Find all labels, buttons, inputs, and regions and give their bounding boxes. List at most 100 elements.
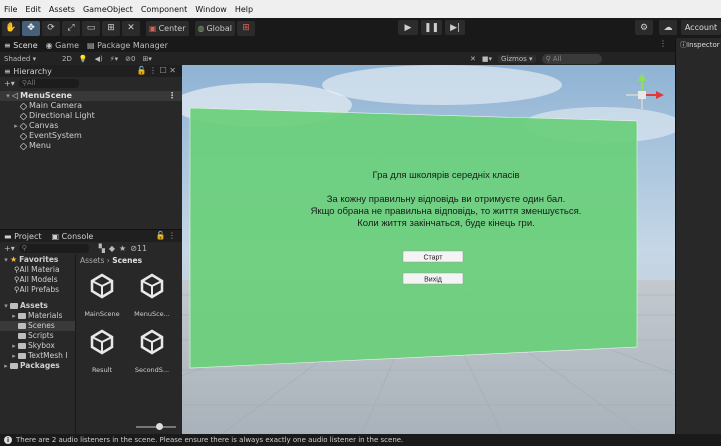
game-title: Гра для школярів середніх класів (372, 170, 519, 181)
folder-skybox[interactable]: ▸ Skybox (0, 341, 75, 351)
favorite-item[interactable]: ⚲ All Materia (0, 265, 75, 275)
pivot-toggle[interactable]: ▣ Center (146, 20, 189, 36)
hierarchy-item-main-camera[interactable]: Main Camera (0, 101, 182, 111)
project-search-input[interactable]: ⚲ (18, 243, 89, 253)
global-icon: ◍ (197, 23, 205, 33)
hierarchy-item-menu[interactable]: Menu (0, 141, 182, 151)
transform-tool-icon[interactable]: ⊞ (102, 20, 120, 36)
menu-component[interactable]: Component (141, 5, 187, 14)
favorites-row[interactable]: ▾ ★ Favorites (0, 255, 75, 265)
space-toggle[interactable]: ◍ Global (194, 20, 236, 36)
rotate-tool-icon[interactable]: ⟳ (42, 20, 60, 36)
project-lock-icon[interactable]: 🔓 ⋮ (155, 231, 176, 240)
expand-arrow-icon[interactable]: ▾ (2, 255, 10, 265)
packages-row[interactable]: ▸ Packages (0, 361, 75, 371)
folder-label: Scenes (28, 321, 55, 330)
step-icon[interactable]: ▶| (445, 20, 466, 35)
hierarchy-item-canvas[interactable]: ▸ Canvas (0, 121, 182, 131)
hidden-packages-icon[interactable]: ⊘11 (130, 244, 147, 253)
scene-kebab-icon[interactable]: ⋮ (168, 91, 176, 101)
scene-asset[interactable]: MainScene (78, 272, 126, 318)
effects-icon[interactable]: ⚡▾ (110, 55, 118, 63)
expand-arrow-icon[interactable]: ▾ (4, 91, 12, 101)
grid-icon[interactable]: ⊞▾ (142, 55, 151, 63)
kebab-menu-icon[interactable]: ⋮ (659, 39, 667, 48)
collapse-arrow-icon[interactable]: ▸ (10, 311, 18, 321)
add-object-icon[interactable]: +▾ (4, 79, 15, 88)
hidden-objects-icon[interactable]: ⊘0 (125, 55, 135, 63)
favorite-item[interactable]: ⚲ All Models (0, 275, 75, 285)
account-button[interactable]: Account (681, 20, 721, 35)
menu-gameobject[interactable]: GameObject (83, 5, 133, 14)
menu-file[interactable]: File (4, 5, 17, 14)
exit-button[interactable]: Вихід (402, 272, 464, 285)
menu-help[interactable]: Help (235, 5, 253, 14)
scene-asset[interactable]: MenuSce... (128, 272, 176, 318)
filter-label-icon[interactable]: ◆ (109, 244, 115, 253)
camera-icon[interactable]: ■▾ (482, 55, 492, 63)
info-icon: ⓘ (680, 41, 687, 49)
menu-edit[interactable]: Edit (25, 5, 41, 14)
star-icon: ★ (10, 255, 18, 264)
audio-icon[interactable]: ◀) (95, 55, 103, 63)
collapse-arrow-icon[interactable]: ▸ (10, 351, 18, 361)
scene-viewport[interactable]: Гра для школярів середніх класів За кожн… (182, 65, 675, 434)
lock-icon[interactable]: 🔓 ⋮ ☐ ✕ (137, 66, 176, 75)
rect-tool-icon[interactable]: ▭ (82, 20, 100, 36)
canvas-panel[interactable] (190, 108, 637, 368)
favorite-item[interactable]: ⚲ All Prefabs (0, 285, 75, 295)
folder-materials[interactable]: ▸ Materials (0, 311, 75, 321)
gizmos-dropdown[interactable]: Gizmos ▾ (498, 54, 536, 63)
create-asset-icon[interactable]: +▾ (4, 244, 15, 253)
hierarchy-tab[interactable]: ≡ Hierarchy (4, 67, 52, 76)
folder-scripts[interactable]: Scripts (0, 331, 75, 341)
folder-scenes[interactable]: Scenes (0, 321, 75, 331)
console-icon: ▣ (51, 231, 60, 241)
slider-knob[interactable] (156, 423, 163, 430)
tab-package-manager[interactable]: ▤ Package Manager (87, 41, 168, 50)
tab-scene[interactable]: ≡ Scene (4, 41, 38, 50)
settings-gear-icon[interactable]: ⚙ (635, 20, 653, 35)
breadcrumb-current[interactable]: Scenes (112, 256, 142, 265)
tab-inspector[interactable]: ⓘ Inspector (676, 38, 721, 52)
scene-root-row[interactable]: ▾ ◁ MenuScene ⋮ (0, 91, 182, 101)
hierarchy-search-input[interactable]: ⚲ All (18, 78, 79, 88)
scale-tool-icon[interactable]: ⤢ (62, 20, 80, 36)
menu-window[interactable]: Window (195, 5, 227, 14)
menu-assets[interactable]: Assets (49, 5, 75, 14)
scene-search-input[interactable]: ⚲ All (541, 53, 602, 64)
collapse-arrow-icon[interactable]: ▸ (10, 341, 18, 351)
scene-view[interactable]: Гра для школярів середніх класів За кожн… (182, 65, 675, 434)
folder-textmesh[interactable]: ▸ TextMesh I (0, 351, 75, 361)
hand-tool-icon[interactable]: ✋ (2, 20, 20, 36)
expand-arrow-icon[interactable]: ▾ (2, 301, 10, 311)
move-tool-icon[interactable]: ✥ (22, 20, 40, 36)
tools-icon[interactable]: ✕ (470, 55, 476, 63)
hierarchy-item-eventsystem[interactable]: EventSystem (0, 131, 182, 141)
mode-2d-toggle[interactable]: 2D (62, 55, 72, 63)
tab-project[interactable]: ▬ Project (4, 232, 41, 241)
hidden-count: 11 (136, 243, 148, 253)
scene-asset[interactable]: SecondS... (128, 328, 176, 374)
status-bar[interactable]: i There are 2 audio listeners in the sce… (0, 434, 721, 446)
custom-tool-icon[interactable]: ✕ (122, 20, 140, 36)
hierarchy-item-directional-light[interactable]: Directional Light (0, 111, 182, 121)
lighting-icon[interactable]: 💡 (79, 55, 88, 63)
start-button[interactable]: Старт (402, 250, 464, 263)
tab-console[interactable]: ▣ Console (51, 232, 93, 241)
scene-asset[interactable]: Result (78, 328, 126, 374)
collapse-arrow-icon[interactable]: ▸ (2, 361, 10, 371)
cloud-icon[interactable]: ☁ (659, 20, 677, 35)
pause-icon[interactable]: ❚❚ (421, 20, 443, 35)
tab-game[interactable]: ◉ Game (46, 41, 79, 50)
tab-project-label: Project (14, 231, 42, 241)
filter-type-icon[interactable]: ▚ (99, 244, 105, 253)
breadcrumb-root[interactable]: Assets (80, 256, 104, 265)
shading-mode-dropdown[interactable]: Shaded ▾ (0, 55, 62, 63)
play-icon[interactable]: ▶ (398, 20, 418, 35)
snap-icon[interactable]: ⊞ (237, 20, 256, 36)
packages-label: Packages (20, 361, 60, 370)
favorite-star-icon[interactable]: ★ (119, 244, 126, 253)
icon-size-slider[interactable] (136, 423, 176, 430)
assets-row[interactable]: ▾ Assets (0, 301, 75, 311)
